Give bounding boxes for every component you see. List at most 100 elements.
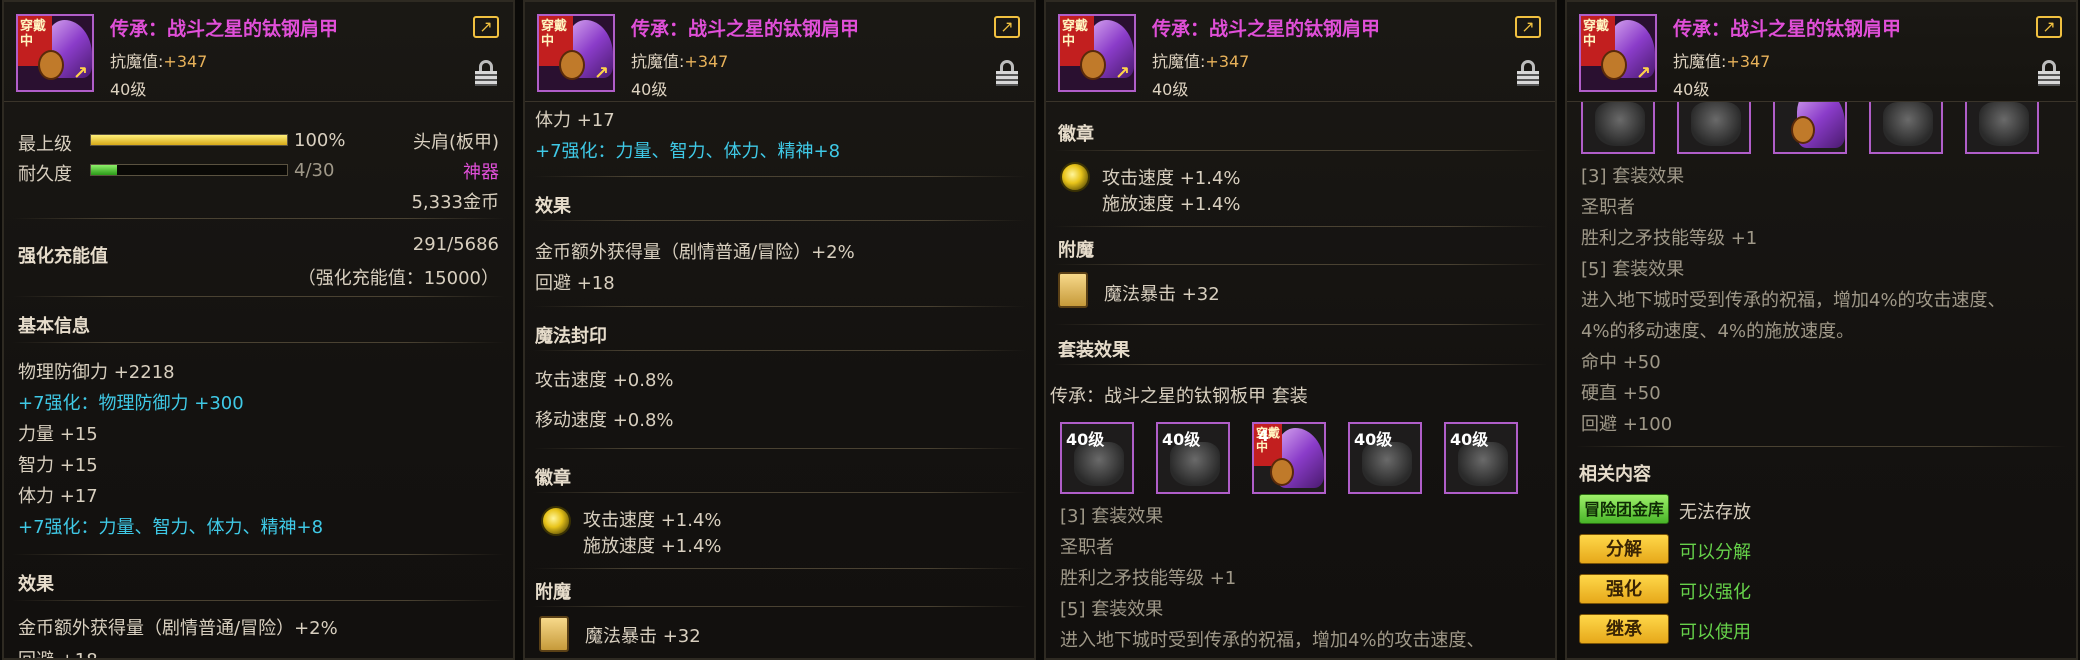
divider	[12, 554, 505, 555]
tooltip-panel-3: 穿戴中 ↗ 传承：战斗之星的钛钢肩甲 抗魔值:+347 40级 ↗ 徽章 攻击速…	[1044, 0, 1557, 660]
item-level: 40级	[1673, 80, 1710, 99]
item-icon: 穿戴中 ↗	[537, 14, 615, 92]
set-line: 回避 +100	[1581, 414, 1673, 435]
upgrade-arrow-icon: ↗	[1114, 63, 1130, 84]
set-slot[interactable]	[1773, 98, 1847, 154]
enchant-title: 附魔	[535, 582, 571, 603]
reinforce-button[interactable]: 强化	[1579, 574, 1669, 604]
stat-line: 智力 +15	[18, 455, 98, 476]
emblem-line: 攻击速度 +1.4%	[1102, 168, 1241, 189]
divider	[533, 568, 1026, 569]
stat-line: 物理防御力 +2218	[18, 362, 175, 383]
set-slot[interactable]: 40级	[1348, 422, 1422, 494]
lock-icon[interactable]	[475, 60, 497, 86]
share-icon[interactable]: ↗	[1515, 16, 1541, 38]
grade-label: 最上级	[18, 134, 72, 155]
item-title: 传承：战斗之星的钛钢肩甲	[110, 18, 339, 40]
set-slot[interactable]: 穿戴中 4	[1252, 422, 1326, 494]
share-icon[interactable]: ↗	[473, 16, 499, 38]
inherit-button[interactable]: 继承	[1579, 614, 1669, 644]
action-status: 可以分解	[1679, 542, 1751, 563]
emblem-line: 施放速度 +1.4%	[583, 536, 722, 557]
upgrade-arrow-icon: ↗	[593, 63, 609, 84]
tooltip-panel-2: 穿戴中 ↗ 传承：战斗之星的钛钢肩甲 抗魔值:+347 40级 ↗ 体力 +17…	[523, 0, 1036, 660]
divider	[533, 176, 1026, 177]
item-title: 传承：战斗之星的钛钢肩甲	[631, 18, 860, 40]
divider	[1054, 264, 1547, 265]
charge-note: （强化充能值：15000）	[297, 268, 499, 289]
enchant-card-icon	[1058, 272, 1088, 308]
magic-defense: 抗魔值:+347	[110, 52, 208, 71]
face-icon	[1270, 458, 1294, 486]
divider	[1575, 446, 2068, 447]
item-icon: 穿戴中 ↗	[16, 14, 94, 92]
divider	[533, 492, 1026, 493]
seal-line: 攻击速度 +0.8%	[535, 370, 674, 391]
set-slot[interactable]: 40级	[1156, 422, 1230, 494]
set-line: 硬直 +50	[1581, 383, 1661, 404]
face-icon	[1080, 50, 1106, 80]
item-level: 40级	[1152, 80, 1189, 99]
effect-line: 回避 +18	[18, 646, 98, 658]
enchant-line: 魔法暴击 +32	[1104, 284, 1220, 305]
tooltip-panel-1: 穿戴中 ↗ 传承：战斗之星的钛钢肩甲 抗魔值:+347 40级 ↗ 最上级 10…	[2, 0, 515, 660]
set-line: 4%的移动速度、4%的施放速度。	[1581, 321, 1855, 342]
share-icon[interactable]: ↗	[994, 16, 1020, 38]
set-slot[interactable]: 40级	[1444, 422, 1518, 494]
set-slot[interactable]	[1965, 98, 2039, 154]
lock-icon[interactable]	[2038, 60, 2060, 86]
set-line: [5] 套装效果	[1060, 599, 1164, 620]
set-line: 胜利之矛技能等级 +1	[1060, 568, 1237, 589]
effect-line: 金币额外获得量（剧情普通/冒险）+2%	[18, 618, 338, 639]
set-line: 圣职者	[1060, 537, 1114, 558]
stat-line: +7强化：物理防御力 +300	[18, 393, 244, 414]
set-slot[interactable]	[1677, 98, 1751, 154]
durability-bar	[90, 164, 288, 176]
item-level: 40级	[110, 80, 147, 99]
effect-title: 效果	[535, 196, 571, 217]
item-title: 传承：战斗之星的钛钢肩甲	[1673, 18, 1902, 40]
divider	[533, 306, 1026, 307]
guild-vault-button[interactable]: 冒险团金库	[1579, 494, 1669, 524]
tooltip-header: 穿戴中 ↗ 传承：战斗之星的钛钢肩甲 抗魔值:+347 40级 ↗	[1567, 2, 2076, 102]
tooltip-header: 穿戴中 ↗ 传承：战斗之星的钛钢肩甲 抗魔值:+347 40级 ↗	[525, 2, 1034, 102]
divider	[12, 218, 505, 219]
yellow-emblem-icon	[1060, 162, 1090, 192]
divider	[1054, 150, 1547, 151]
stat-line: 体力 +17	[18, 486, 98, 507]
enchant-line: 魔法暴击 +32	[585, 626, 701, 647]
stat-line: +7强化：力量、智力、体力、精神+8	[535, 141, 841, 162]
enchant-title: 附魔	[1058, 240, 1094, 261]
armor-icon	[1691, 102, 1741, 146]
face-icon	[38, 50, 64, 80]
seal-line: 移动速度 +0.8%	[535, 410, 674, 431]
item-icon: 穿戴中 ↗	[1058, 14, 1136, 92]
effect-line: 金币额外获得量（剧情普通/冒险）+2%	[535, 242, 855, 263]
stat-line: 力量 +15	[18, 424, 98, 445]
armor-icon	[1883, 102, 1933, 146]
emblem-title: 徽章	[535, 468, 571, 489]
basic-info-title: 基本信息	[18, 316, 90, 337]
seal-title: 魔法封印	[535, 326, 607, 347]
set-name: 传承：战斗之星的钛钢板甲 套装	[1050, 386, 1308, 407]
lock-icon[interactable]	[996, 60, 1018, 86]
emblem-line: 施放速度 +1.4%	[1102, 194, 1241, 215]
set-line: 胜利之矛技能等级 +1	[1581, 228, 1758, 249]
action-status: 无法存放	[1679, 502, 1751, 523]
set-slot[interactable]	[1581, 98, 1655, 154]
effect-line: 回避 +18	[535, 273, 615, 294]
grade-value: 100%	[294, 130, 346, 151]
set-line: 命中 +50	[1581, 352, 1661, 373]
disassemble-button[interactable]: 分解	[1579, 534, 1669, 564]
share-icon[interactable]: ↗	[2036, 16, 2062, 38]
grade-bar	[90, 134, 288, 146]
yellow-emblem-icon	[541, 506, 571, 536]
lock-icon[interactable]	[1517, 60, 1539, 86]
armor-icon	[1979, 102, 2029, 146]
face-icon	[559, 50, 585, 80]
durability-label: 耐久度	[18, 164, 72, 185]
set-slot[interactable]	[1869, 98, 1943, 154]
set-slot[interactable]: 40级	[1060, 422, 1134, 494]
durability-value: 4/30	[294, 160, 335, 181]
set-line: [3] 套装效果	[1060, 506, 1164, 527]
